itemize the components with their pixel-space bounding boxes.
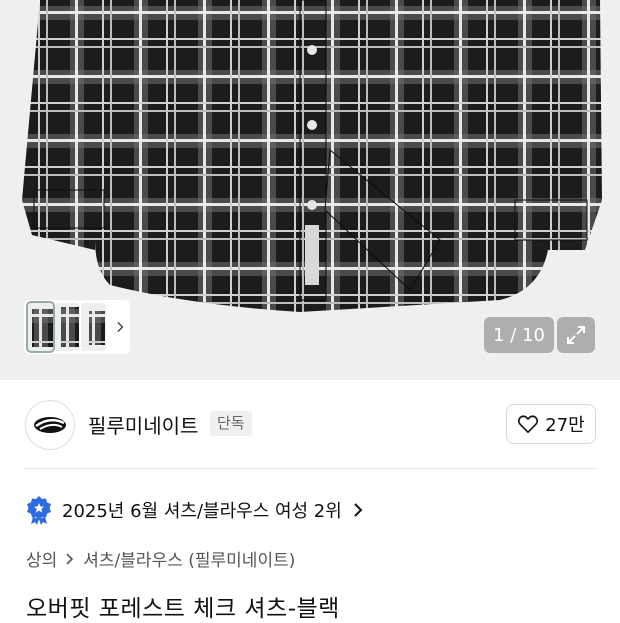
brand-row: 필루미네이트 단독 27만 bbox=[0, 380, 620, 468]
thumbnail-1[interactable] bbox=[26, 301, 55, 353]
thumbnail-2[interactable] bbox=[54, 303, 80, 351]
image-counter: 1 / 10 bbox=[484, 317, 554, 353]
brand-name[interactable]: 필루미네이트 bbox=[88, 410, 198, 439]
expand-button[interactable] bbox=[557, 317, 595, 353]
thumbnail-strip bbox=[24, 300, 130, 354]
chevron-right-icon bbox=[66, 552, 74, 565]
brand-logo-icon bbox=[34, 417, 66, 433]
chevron-right-icon bbox=[354, 503, 363, 517]
expand-icon bbox=[567, 326, 585, 344]
like-count: 27만 bbox=[545, 415, 585, 436]
ranking-text: 2025년 6월 셔츠/블라우스 여성 2위 bbox=[62, 501, 342, 522]
product-title: 오버핏 포레스트 체크 셔츠-블랙 bbox=[26, 596, 340, 622]
ranking-link[interactable]: 2025년 6월 셔츠/블라우스 여성 2위 bbox=[26, 494, 364, 526]
medal-icon bbox=[27, 496, 51, 525]
divider bbox=[24, 468, 596, 469]
breadcrumb-subcategory[interactable]: 셔츠/블라우스 (필루미네이트) bbox=[83, 546, 295, 571]
product-image-gallery[interactable]: 1 / 10 bbox=[0, 0, 620, 380]
exclusive-badge: 단독 bbox=[210, 411, 252, 436]
breadcrumb: 상의 셔츠/블라우스 (필루미네이트) bbox=[26, 546, 295, 571]
like-button[interactable]: 27만 bbox=[506, 404, 596, 444]
brand-logo[interactable] bbox=[25, 400, 75, 450]
thumbnail-3[interactable] bbox=[81, 303, 106, 351]
chevron-right-icon[interactable] bbox=[114, 319, 126, 335]
heart-icon bbox=[518, 415, 539, 433]
breadcrumb-category[interactable]: 상의 bbox=[26, 546, 57, 571]
